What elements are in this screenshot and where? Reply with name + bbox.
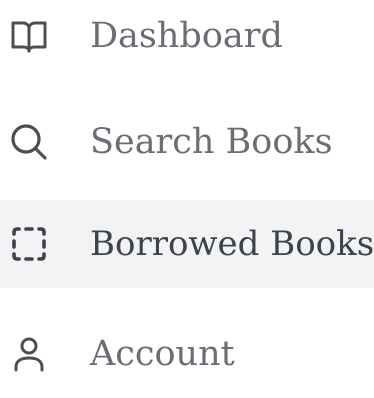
sidebar-item-dashboard[interactable]: Dashboard <box>0 0 374 80</box>
sidebar-item-borrowed-books[interactable]: Borrowed Books <box>0 200 374 288</box>
search-icon <box>7 120 51 164</box>
sidebar-item-account[interactable]: Account <box>0 310 374 398</box>
sidebar-item-label: Search Books <box>90 122 333 162</box>
sidebar-item-search-books[interactable]: Search Books <box>0 98 374 186</box>
book-open-icon <box>7 14 51 58</box>
sidebar-nav: Dashboard Search Books Borrowed Books Ac… <box>0 0 374 382</box>
sidebar-item-label: Dashboard <box>90 16 283 56</box>
dashed-square-icon <box>7 222 51 266</box>
sidebar-item-label: Borrowed Books <box>90 224 374 264</box>
user-icon <box>7 332 51 376</box>
sidebar-item-label: Account <box>90 334 235 374</box>
